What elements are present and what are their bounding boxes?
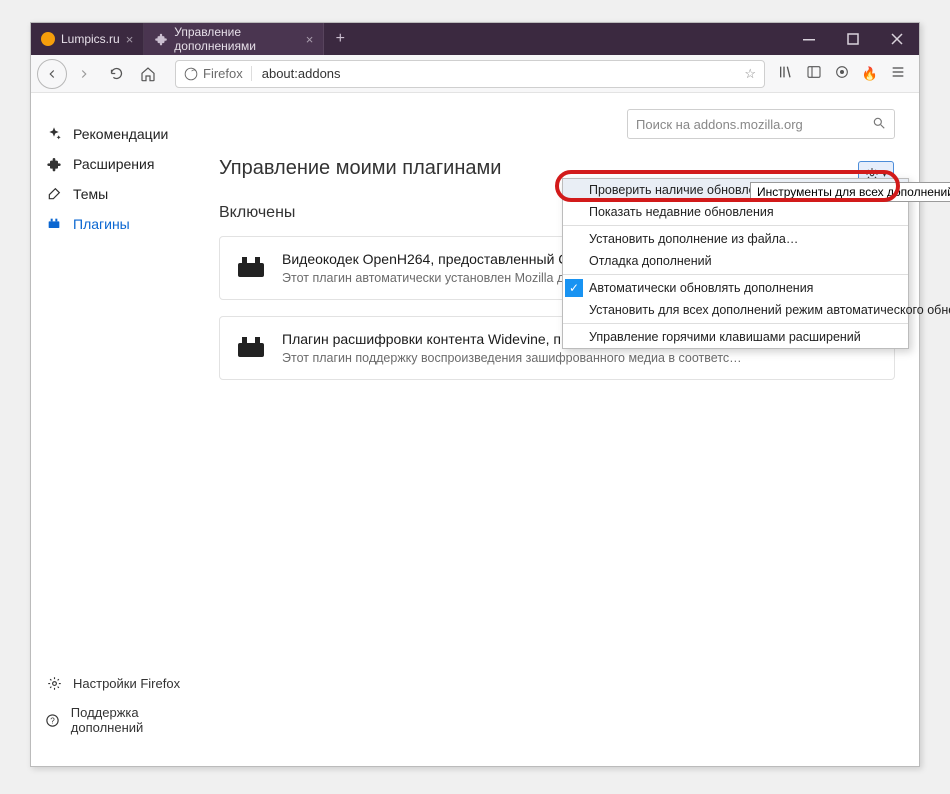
sidebar-item-label: Темы bbox=[73, 186, 108, 202]
tab-addons[interactable]: Управление дополнениями × bbox=[144, 23, 324, 55]
menu-button[interactable] bbox=[889, 64, 907, 83]
window-controls bbox=[787, 23, 919, 55]
sidebar-item-label: Плагины bbox=[73, 216, 130, 232]
addons-sidebar: Рекомендации Расширения Темы Плагины Нас… bbox=[31, 93, 211, 766]
sidebar-icon[interactable] bbox=[805, 64, 823, 83]
favicon-lumpics bbox=[41, 32, 55, 46]
plugin-icon bbox=[236, 255, 266, 279]
menu-auto-update[interactable]: ✓ Автоматически обновлять дополнения bbox=[563, 277, 908, 299]
identity-label: Firefox bbox=[203, 66, 243, 81]
sidebar-footer: Настройки Firefox ? Поддержка дополнений bbox=[31, 669, 211, 756]
sidebar-item-plugins[interactable]: Плагины bbox=[31, 209, 211, 239]
sidebar-item-label: Поддержка дополнений bbox=[71, 705, 197, 735]
sparkles-icon bbox=[45, 126, 63, 142]
pocket-icon[interactable] bbox=[833, 64, 851, 83]
titlebar: Lumpics.ru × Управление дополнениями × + bbox=[31, 23, 919, 55]
firefox-icon bbox=[184, 67, 198, 81]
menu-manage-shortcuts[interactable]: Управление горячими клавишами расширений bbox=[563, 326, 908, 348]
search-placeholder: Поиск на addons.mozilla.org bbox=[636, 117, 803, 132]
navigation-toolbar: Firefox about:addons ☆ 🔥 bbox=[31, 55, 919, 93]
search-icon bbox=[872, 116, 886, 133]
sidebar-item-recommendations[interactable]: Рекомендации bbox=[31, 119, 211, 149]
tab-lumpics[interactable]: Lumpics.ru × bbox=[31, 23, 144, 55]
back-button[interactable] bbox=[37, 59, 67, 89]
menu-reset-auto-update[interactable]: Установить для всех дополнений режим авт… bbox=[563, 299, 908, 321]
menu-debug-addons[interactable]: Отладка дополнений bbox=[563, 250, 908, 272]
toolbar-right: 🔥 bbox=[777, 64, 913, 83]
home-button[interactable] bbox=[133, 59, 163, 89]
menu-separator bbox=[563, 274, 908, 275]
puzzle-icon bbox=[45, 156, 63, 172]
library-icon[interactable] bbox=[777, 64, 795, 83]
puzzle-icon bbox=[154, 32, 168, 46]
identity-box[interactable]: Firefox bbox=[184, 66, 252, 81]
plugin-icon bbox=[236, 335, 266, 359]
help-icon: ? bbox=[45, 713, 61, 728]
plugin-desc: Этот плагин автоматически установлен Moz… bbox=[282, 271, 578, 285]
menu-recent-updates[interactable]: Показать недавние обновления bbox=[563, 201, 908, 223]
bookmark-star-icon[interactable]: ☆ bbox=[744, 66, 756, 82]
extension-icon[interactable]: 🔥 bbox=[861, 66, 879, 82]
menu-install-from-file[interactable]: Установить дополнение из файла… bbox=[563, 228, 908, 250]
close-icon[interactable]: × bbox=[126, 32, 134, 47]
tab-label: Lumpics.ru bbox=[61, 32, 120, 46]
sidebar-item-themes[interactable]: Темы bbox=[31, 179, 211, 209]
maximize-button[interactable] bbox=[831, 23, 875, 55]
close-button[interactable] bbox=[875, 23, 919, 55]
plugin-name: Видеокодек OpenH264, предоставленный C bbox=[282, 251, 578, 267]
plugin-desc: Этот плагин поддержку воспроизведения за… bbox=[282, 351, 742, 365]
url-text: about:addons bbox=[262, 66, 341, 81]
sidebar-item-extensions[interactable]: Расширения bbox=[31, 149, 211, 179]
check-icon: ✓ bbox=[565, 279, 583, 297]
forward-button[interactable] bbox=[69, 59, 99, 89]
tooltip: Инструменты для всех дополнений bbox=[750, 182, 950, 202]
svg-text:?: ? bbox=[51, 716, 56, 725]
sidebar-item-support[interactable]: ? Поддержка дополнений bbox=[31, 698, 211, 742]
tab-label: Управление дополнениями bbox=[174, 25, 299, 53]
sidebar-item-label: Расширения bbox=[73, 156, 154, 172]
sidebar-item-firefox-settings[interactable]: Настройки Firefox bbox=[31, 669, 211, 698]
sidebar-item-label: Рекомендации bbox=[73, 126, 168, 142]
sidebar-item-label: Настройки Firefox bbox=[73, 676, 180, 691]
plugin-icon bbox=[45, 216, 63, 232]
addons-search[interactable]: Поиск на addons.mozilla.org bbox=[627, 109, 895, 139]
new-tab-button[interactable]: + bbox=[324, 23, 356, 55]
plugin-info: Видеокодек OpenH264, предоставленный C Э… bbox=[282, 251, 578, 285]
reload-button[interactable] bbox=[101, 59, 131, 89]
browser-window: Lumpics.ru × Управление дополнениями × + bbox=[30, 22, 920, 767]
minimize-button[interactable] bbox=[787, 23, 831, 55]
gear-icon bbox=[45, 676, 63, 691]
close-icon[interactable]: × bbox=[306, 32, 314, 47]
page-title: Управление моими плагинами bbox=[219, 157, 895, 180]
brush-icon bbox=[45, 186, 63, 202]
menu-separator bbox=[563, 225, 908, 226]
addons-tools-dropdown: Проверить наличие обновлений Показать не… bbox=[562, 178, 909, 349]
url-bar[interactable]: Firefox about:addons ☆ bbox=[175, 60, 765, 88]
menu-separator bbox=[563, 323, 908, 324]
